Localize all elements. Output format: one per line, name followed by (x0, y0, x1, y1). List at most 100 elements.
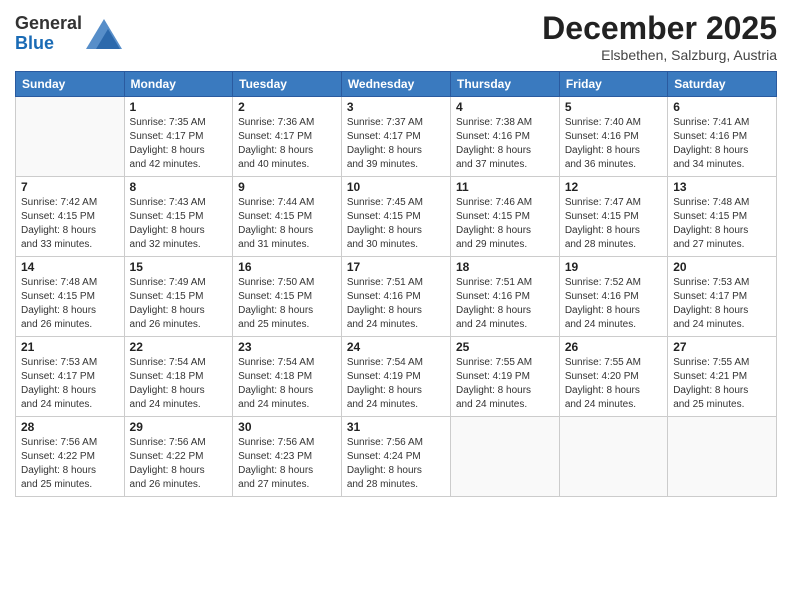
day-info: Sunrise: 7:38 AMSunset: 4:16 PMDaylight:… (456, 116, 554, 172)
day-number: 29 (130, 420, 228, 434)
day-cell: 17Sunrise: 7:51 AMSunset: 4:16 PMDayligh… (341, 257, 450, 337)
week-row-1: 1 Sunrise: 7:35 AMSunset: 4:17 PMDaylight… (16, 97, 777, 177)
day-info: Sunrise: 7:42 AMSunset: 4:15 PMDaylight:… (21, 196, 119, 252)
logo-general: General (15, 13, 82, 33)
day-info: Sunrise: 7:40 AMSunset: 4:16 PMDaylight:… (565, 116, 662, 172)
day-info: Sunrise: 7:51 AMSunset: 4:16 PMDaylight:… (456, 276, 554, 332)
day-cell: 18 Sunrise: 7:51 AMSunset: 4:16 PMDayligh… (450, 257, 559, 337)
day-cell: 8Sunrise: 7:43 AMSunset: 4:15 PMDaylight… (124, 177, 233, 257)
col-saturday: Saturday (668, 72, 777, 97)
day-info: Sunrise: 7:47 AMSunset: 4:15 PMDaylight:… (565, 196, 662, 252)
day-info: Sunrise: 7:56 AMSunset: 4:23 PMDaylight:… (238, 436, 336, 492)
day-cell: 28 Sunrise: 7:56 AMSunset: 4:22 PMDayligh… (16, 417, 125, 497)
week-row-5: 28 Sunrise: 7:56 AMSunset: 4:22 PMDayligh… (16, 417, 777, 497)
day-info: Sunrise: 7:54 AMSunset: 4:19 PMDaylight:… (347, 356, 445, 412)
col-friday: Friday (559, 72, 667, 97)
day-cell: 10 Sunrise: 7:45 AMSunset: 4:15 PMDayligh… (341, 177, 450, 257)
day-info: Sunrise: 7:41 AMSunset: 4:16 PMDaylight:… (673, 116, 771, 172)
day-number: 1 (130, 100, 228, 114)
day-number: 9 (238, 180, 336, 194)
day-info: Sunrise: 7:46 AMSunset: 4:15 PMDaylight:… (456, 196, 554, 252)
day-cell: 11Sunrise: 7:46 AMSunset: 4:15 PMDayligh… (450, 177, 559, 257)
col-thursday: Thursday (450, 72, 559, 97)
month-title: December 2025 (542, 10, 777, 47)
day-number: 30 (238, 420, 336, 434)
day-cell: 23 Sunrise: 7:54 AMSunset: 4:18 PMDayligh… (233, 337, 342, 417)
day-info: Sunrise: 7:48 AMSunset: 4:15 PMDaylight:… (673, 196, 771, 252)
day-cell: 16 Sunrise: 7:50 AMSunset: 4:15 PMDayligh… (233, 257, 342, 337)
day-cell: 30 Sunrise: 7:56 AMSunset: 4:23 PMDayligh… (233, 417, 342, 497)
day-cell: 29Sunrise: 7:56 AMSunset: 4:22 PMDayligh… (124, 417, 233, 497)
day-cell: 5 Sunrise: 7:40 AMSunset: 4:16 PMDaylight… (559, 97, 667, 177)
day-number: 31 (347, 420, 445, 434)
day-cell: 6Sunrise: 7:41 AMSunset: 4:16 PMDaylight… (668, 97, 777, 177)
week-row-4: 21 Sunrise: 7:53 AMSunset: 4:17 PMDayligh… (16, 337, 777, 417)
day-cell (559, 417, 667, 497)
day-number: 27 (673, 340, 771, 354)
day-number: 19 (565, 260, 662, 274)
title-block: December 2025 Elsbethen, Salzburg, Austr… (542, 10, 777, 63)
logo-blue: Blue (15, 33, 54, 53)
day-cell: 13 Sunrise: 7:48 AMSunset: 4:15 PMDayligh… (668, 177, 777, 257)
day-cell: 20Sunrise: 7:53 AMSunset: 4:17 PMDayligh… (668, 257, 777, 337)
day-info: Sunrise: 7:50 AMSunset: 4:15 PMDaylight:… (238, 276, 336, 332)
day-number: 23 (238, 340, 336, 354)
day-number: 10 (347, 180, 445, 194)
day-cell: 4Sunrise: 7:38 AMSunset: 4:16 PMDaylight… (450, 97, 559, 177)
calendar: Sunday Monday Tuesday Wednesday Thursday… (15, 71, 777, 497)
day-number: 3 (347, 100, 445, 114)
day-cell: 7Sunrise: 7:42 AMSunset: 4:15 PMDaylight… (16, 177, 125, 257)
day-number: 13 (673, 180, 771, 194)
day-number: 21 (21, 340, 119, 354)
day-number: 24 (347, 340, 445, 354)
day-cell: 2 Sunrise: 7:36 AMSunset: 4:17 PMDaylight… (233, 97, 342, 177)
day-number: 2 (238, 100, 336, 114)
day-number: 14 (21, 260, 119, 274)
day-info: Sunrise: 7:35 AMSunset: 4:17 PMDaylight:… (130, 116, 228, 172)
day-cell: 9 Sunrise: 7:44 AMSunset: 4:15 PMDaylight… (233, 177, 342, 257)
logo: General Blue (15, 14, 122, 54)
day-info: Sunrise: 7:54 AMSunset: 4:18 PMDaylight:… (130, 356, 228, 412)
day-cell: 27 Sunrise: 7:55 AMSunset: 4:21 PMDayligh… (668, 337, 777, 417)
day-info: Sunrise: 7:43 AMSunset: 4:15 PMDaylight:… (130, 196, 228, 252)
day-info: Sunrise: 7:55 AMSunset: 4:19 PMDaylight:… (456, 356, 554, 412)
day-cell (450, 417, 559, 497)
day-cell: 15Sunrise: 7:49 AMSunset: 4:15 PMDayligh… (124, 257, 233, 337)
day-number: 18 (456, 260, 554, 274)
logo-icon (86, 19, 122, 49)
day-cell: 3 Sunrise: 7:37 AMSunset: 4:17 PMDaylight… (341, 97, 450, 177)
day-info: Sunrise: 7:37 AMSunset: 4:17 PMDaylight:… (347, 116, 445, 172)
week-row-2: 7Sunrise: 7:42 AMSunset: 4:15 PMDaylight… (16, 177, 777, 257)
day-cell: 19Sunrise: 7:52 AMSunset: 4:16 PMDayligh… (559, 257, 667, 337)
header: General Blue December 2025 Elsbethen, Sa… (15, 10, 777, 63)
week-row-3: 14Sunrise: 7:48 AMSunset: 4:15 PMDayligh… (16, 257, 777, 337)
col-monday: Monday (124, 72, 233, 97)
day-cell: 14Sunrise: 7:48 AMSunset: 4:15 PMDayligh… (16, 257, 125, 337)
col-tuesday: Tuesday (233, 72, 342, 97)
day-cell (16, 97, 125, 177)
col-wednesday: Wednesday (341, 72, 450, 97)
day-cell: 31 Sunrise: 7:56 AMSunset: 4:24 PMDayligh… (341, 417, 450, 497)
day-cell: 24 Sunrise: 7:54 AMSunset: 4:19 PMDayligh… (341, 337, 450, 417)
day-number: 5 (565, 100, 662, 114)
day-number: 16 (238, 260, 336, 274)
col-sunday: Sunday (16, 72, 125, 97)
day-cell: 1 Sunrise: 7:35 AMSunset: 4:17 PMDaylight… (124, 97, 233, 177)
day-info: Sunrise: 7:54 AMSunset: 4:18 PMDaylight:… (238, 356, 336, 412)
page-container: General Blue December 2025 Elsbethen, Sa… (0, 0, 792, 612)
day-info: Sunrise: 7:53 AMSunset: 4:17 PMDaylight:… (21, 356, 119, 412)
day-number: 22 (130, 340, 228, 354)
day-number: 12 (565, 180, 662, 194)
day-info: Sunrise: 7:45 AMSunset: 4:15 PMDaylight:… (347, 196, 445, 252)
day-info: Sunrise: 7:56 AMSunset: 4:24 PMDaylight:… (347, 436, 445, 492)
day-number: 26 (565, 340, 662, 354)
day-info: Sunrise: 7:55 AMSunset: 4:21 PMDaylight:… (673, 356, 771, 412)
day-info: Sunrise: 7:44 AMSunset: 4:15 PMDaylight:… (238, 196, 336, 252)
day-cell: 21 Sunrise: 7:53 AMSunset: 4:17 PMDayligh… (16, 337, 125, 417)
day-number: 15 (130, 260, 228, 274)
day-cell: 22 Sunrise: 7:54 AMSunset: 4:18 PMDayligh… (124, 337, 233, 417)
day-number: 28 (21, 420, 119, 434)
day-info: Sunrise: 7:56 AMSunset: 4:22 PMDaylight:… (21, 436, 119, 492)
day-info: Sunrise: 7:36 AMSunset: 4:17 PMDaylight:… (238, 116, 336, 172)
day-cell: 26Sunrise: 7:55 AMSunset: 4:20 PMDayligh… (559, 337, 667, 417)
